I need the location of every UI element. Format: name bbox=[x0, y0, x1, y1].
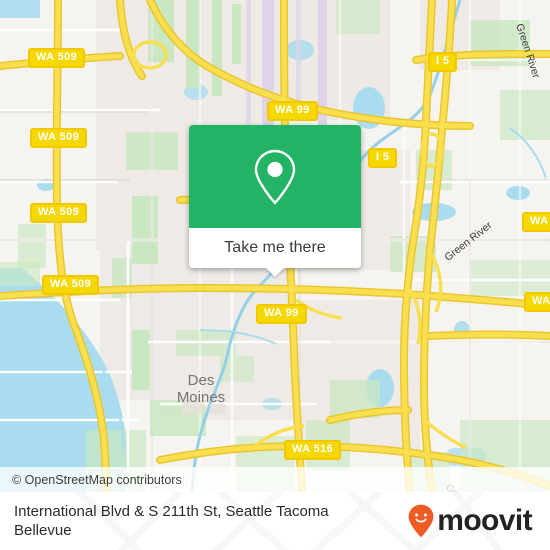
route-shield-wa509-3[interactable]: WA 509 bbox=[30, 203, 88, 223]
footer-bar: International Blvd & S 211th St, Seattle… bbox=[0, 492, 550, 550]
location-popup-card[interactable]: Take me there bbox=[189, 125, 361, 277]
popup-icon-area bbox=[189, 125, 361, 228]
take-me-there-label: Take me there bbox=[224, 239, 326, 256]
place-label-des-moines: Des Moines bbox=[176, 372, 226, 406]
map-canvas[interactable]: WA 509 WA 509 WA 509 WA 509 WA 99 I 5 I … bbox=[0, 0, 550, 492]
map-pin-icon bbox=[254, 149, 296, 205]
moovit-pin-smiley-icon bbox=[408, 504, 434, 538]
popup-pointer-tail bbox=[266, 268, 284, 277]
route-shield-wa99-1[interactable]: WA 99 bbox=[267, 101, 318, 121]
route-shield-wa-edge-2[interactable]: WA bbox=[524, 292, 550, 312]
moovit-wordmark: moovit bbox=[437, 504, 532, 537]
map-screen: WA 509 WA 509 WA 509 WA 509 WA 99 I 5 I … bbox=[0, 0, 550, 550]
route-shield-wa509-1[interactable]: WA 509 bbox=[28, 48, 86, 68]
route-shield-wa516[interactable]: WA 516 bbox=[284, 440, 342, 460]
moovit-logo[interactable]: moovit bbox=[408, 504, 538, 538]
route-shield-wa509-4[interactable]: WA 509 bbox=[42, 275, 100, 295]
location-address-text: International Blvd & S 211th St, Seattle… bbox=[14, 503, 329, 539]
route-shield-wa-edge-1[interactable]: WA bbox=[522, 212, 550, 232]
osm-attribution-text[interactable]: © OpenStreetMap contributors bbox=[12, 473, 182, 487]
route-shield-wa509-2[interactable]: WA 509 bbox=[30, 128, 88, 148]
route-shield-wa99-2[interactable]: WA 99 bbox=[256, 304, 307, 324]
popup-action-area[interactable]: Take me there bbox=[189, 228, 361, 277]
attribution-bar: © OpenStreetMap contributors bbox=[0, 467, 550, 492]
route-shield-i5-2[interactable]: I 5 bbox=[368, 148, 398, 168]
route-shield-i5-1[interactable]: I 5 bbox=[428, 52, 458, 72]
